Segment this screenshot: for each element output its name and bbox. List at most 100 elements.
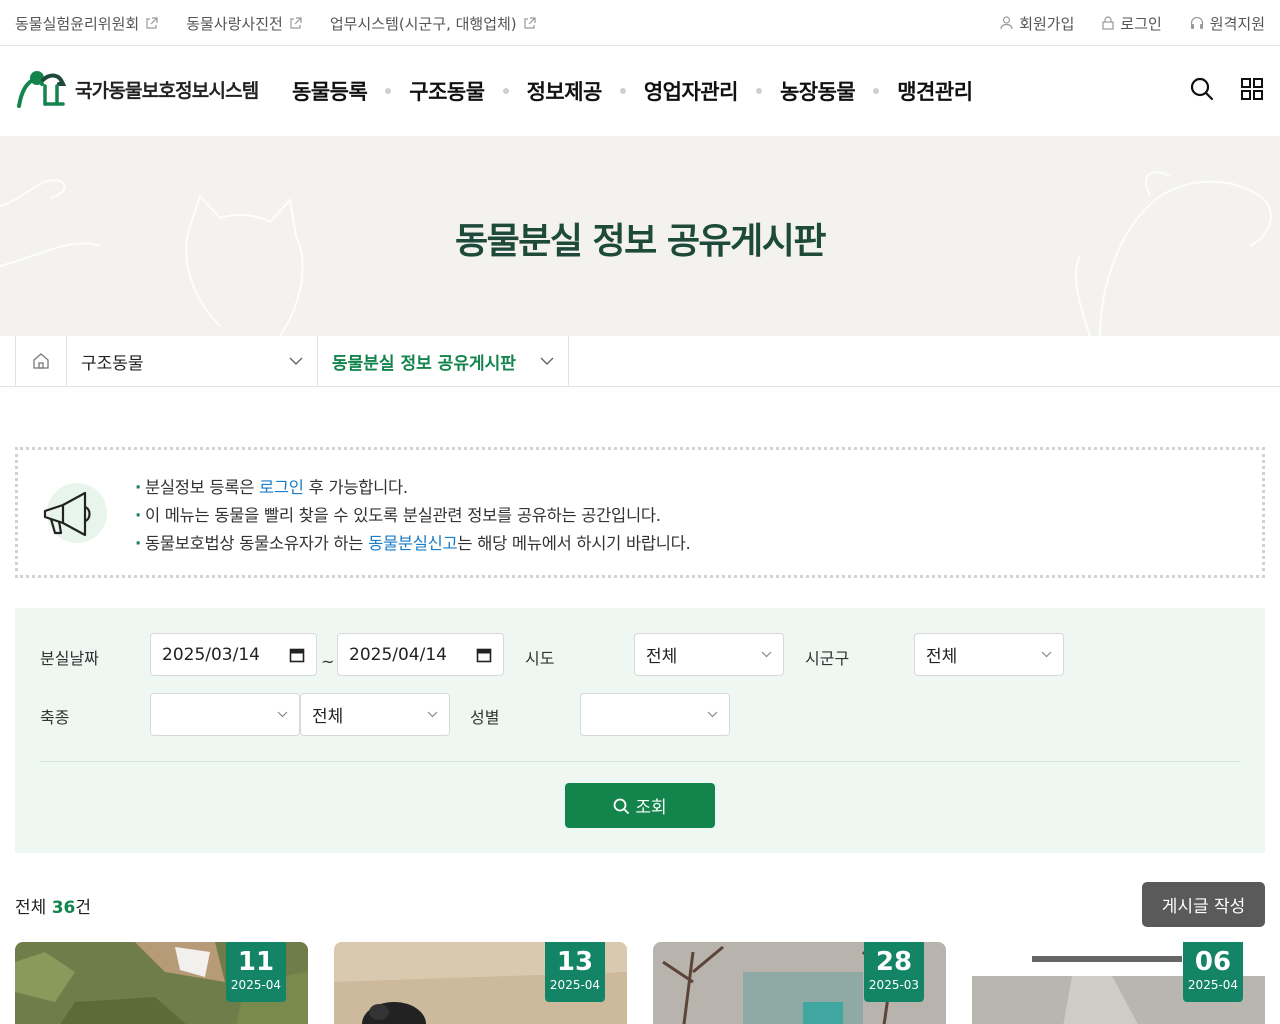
external-links: 동물실험윤리위원회 동물사랑사진전 업무시스템(시군구, 대행업체): [15, 0, 536, 46]
menu-dangerous-dogs[interactable]: 맹견관리: [897, 76, 973, 106]
date-day: 11: [237, 947, 275, 977]
external-link-icon: [290, 16, 302, 29]
total-number: 36: [51, 898, 76, 918]
lost-post-card[interactable]: 13 2025-04: [334, 942, 627, 1024]
login-inline-link[interactable]: 로그인: [259, 478, 304, 497]
bullet: ·: [135, 506, 141, 525]
calendar-icon: [476, 648, 492, 662]
main-menu: 동물등록 구조동물 정보제공 영업자관리 농장동물 맹견관리: [292, 46, 973, 136]
notice-text: 동물보호법상 동물소유자가 하는: [144, 534, 369, 553]
member-links: 회원가입 로그인 원격지원: [1000, 0, 1265, 46]
signup-link[interactable]: 회원가입: [1000, 13, 1074, 34]
notice-text: 후 가능합니다.: [303, 478, 408, 497]
link-work-system[interactable]: 업무시스템(시군구, 대행업체): [330, 13, 536, 34]
lost-post-card[interactable]: 06 2025-04: [972, 942, 1265, 1024]
total-count: 전체 36건: [15, 893, 91, 918]
chevron-down-icon: [1041, 651, 1052, 658]
link-ethics-committee[interactable]: 동물실험윤리위원회: [15, 13, 158, 34]
lost-post-card[interactable]: 28 2025-03: [653, 942, 946, 1024]
notice-text: 이 메뉴는 동물을 빨리 찾을 수 있도록 분실관련 정보를 공유하는 공간입니…: [144, 506, 661, 525]
date-to-input[interactable]: 2025/04/14: [337, 633, 504, 676]
link-photo-contest[interactable]: 동물사랑사진전: [186, 13, 302, 34]
breed-select[interactable]: 전체: [300, 693, 450, 736]
all-menu-icon[interactable]: [1239, 76, 1265, 102]
login-label: 로그인: [1120, 14, 1162, 33]
species-select[interactable]: [150, 693, 300, 736]
notice-box: · 분실정보 등록은 로그인 후 가능합니다. · 이 메뉴는 동물을 빨리 찾을 …: [15, 447, 1265, 578]
notice-text: 는 해당 메뉴에서 하시기 바랍니다.: [457, 534, 691, 553]
form-divider: [40, 761, 1240, 762]
sido-value: 전체: [646, 647, 678, 667]
logo-text: 국가동물보호정보시스템: [75, 79, 259, 102]
site-logo[interactable]: 국가동물보호정보시스템: [15, 70, 259, 108]
date-badge: 06 2025-04: [1183, 942, 1243, 1002]
total-suffix: 건: [75, 898, 91, 918]
logo-mark-icon: [17, 71, 67, 108]
species-label: 축종: [40, 708, 70, 727]
menu-farm-animals[interactable]: 농장동물: [780, 76, 856, 106]
gender-select[interactable]: [580, 693, 730, 736]
write-post-button[interactable]: 게시글 작성: [1142, 882, 1265, 927]
chevron-down-icon: [540, 357, 554, 365]
chevron-down-icon: [289, 357, 303, 365]
notice-icon-wrap: [39, 481, 111, 545]
chevron-down-icon: [277, 711, 288, 718]
search-icon[interactable]: [1189, 76, 1215, 102]
chevron-down-icon: [427, 711, 438, 718]
date-year-month: 2025-04: [1187, 978, 1239, 992]
lock-icon: [1102, 16, 1114, 30]
date-from-value: 2025/03/14: [162, 644, 260, 665]
utility-bar: 동물실험윤리위원회 동물사랑사진전 업무시스템(시군구, 대행업체) 회원가입 …: [0, 0, 1280, 46]
search-button[interactable]: 조회: [565, 783, 715, 828]
breadcrumb-level2-dropdown[interactable]: 동물분실 정보 공유게시판: [318, 336, 569, 386]
date-badge: 11 2025-04: [226, 942, 286, 1002]
date-from-input[interactable]: 2025/03/14: [150, 633, 317, 676]
breadcrumb-level2-label: 동물분실 정보 공유게시판: [332, 353, 516, 374]
sido-label: 시도: [525, 649, 555, 668]
menu-separator: [619, 88, 626, 94]
breadcrumb-level1-dropdown[interactable]: 구조동물: [67, 336, 318, 386]
search-form: 분실날짜 2025/03/14 ~ 2025/04/14 시도 전체 시군구 전…: [15, 608, 1265, 853]
sigungu-select[interactable]: 전체: [914, 633, 1064, 676]
sigungu-label: 시군구: [805, 649, 850, 668]
remote-label: 원격지원: [1209, 14, 1265, 33]
external-link-icon: [524, 16, 536, 29]
date-to-value: 2025/04/14: [349, 644, 447, 665]
date-year-month: 2025-04: [549, 978, 601, 992]
breadcrumb-home[interactable]: [15, 336, 67, 386]
menu-separator: [873, 88, 880, 94]
chevron-down-icon: [761, 651, 772, 658]
menu-information[interactable]: 정보제공: [527, 76, 603, 106]
chevron-down-icon: [707, 711, 718, 718]
bullet: ·: [135, 478, 141, 497]
menu-animal-registration[interactable]: 동물등록: [292, 76, 368, 106]
date-range-separator: ~: [321, 652, 335, 671]
page-hero: 동물분실 정보 공유게시판: [0, 136, 1280, 336]
sigungu-value: 전체: [926, 647, 958, 667]
login-link[interactable]: 로그인: [1102, 13, 1162, 34]
breed-value: 전체: [312, 707, 344, 727]
sido-select[interactable]: 전체: [634, 633, 784, 676]
menu-business-management[interactable]: 영업자관리: [644, 76, 739, 106]
search-icon: [613, 798, 630, 814]
home-icon: [33, 353, 49, 369]
date-year-month: 2025-04: [230, 978, 282, 992]
link-label: 업무시스템(시군구, 대행업체): [329, 14, 517, 33]
notice-line-login: · 분실정보 등록은 로그인 후 가능합니다.: [135, 474, 690, 502]
breadcrumb-level1-label: 구조동물: [81, 353, 144, 374]
lost-date-label: 분실날짜: [40, 649, 99, 668]
megaphone-icon: [43, 483, 107, 543]
search-button-label: 조회: [635, 798, 667, 818]
date-badge: 28 2025-03: [864, 942, 924, 1002]
link-label: 동물실험윤리위원회: [15, 14, 140, 33]
calendar-icon: [289, 648, 305, 662]
header-tools: [1189, 76, 1265, 102]
breadcrumb: 구조동물 동물분실 정보 공유게시판: [0, 336, 1280, 387]
lost-post-card[interactable]: 11 2025-04: [15, 942, 308, 1024]
signup-label: 회원가입: [1019, 14, 1075, 33]
date-badge: 13 2025-04: [545, 942, 605, 1002]
lost-report-inline-link[interactable]: 동물분실신고: [368, 534, 458, 553]
total-prefix: 전체: [15, 898, 47, 918]
remote-support-link[interactable]: 원격지원: [1190, 13, 1265, 34]
menu-rescued-animals[interactable]: 구조동물: [409, 76, 485, 106]
